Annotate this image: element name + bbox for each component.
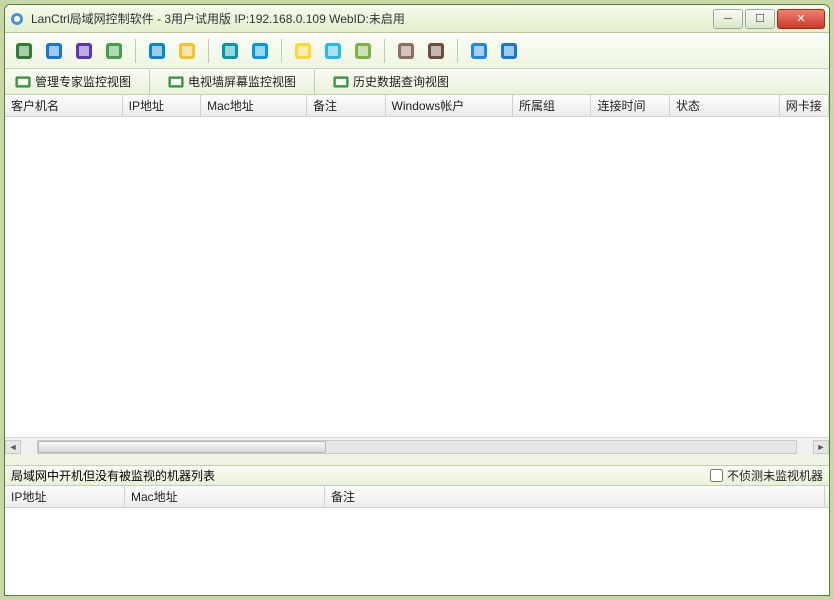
- column-header[interactable]: Windows帐户: [386, 95, 513, 116]
- titlebar: LanCtrl局域网控制软件 - 3用户试用版 IP:192.168.0.109…: [5, 5, 829, 33]
- column-header[interactable]: 备注: [307, 95, 386, 116]
- bottom-column-header[interactable]: IP地址: [5, 486, 125, 507]
- window-controls: ─ ☐ ✕: [713, 9, 825, 29]
- report2-icon: [426, 41, 446, 61]
- view-tabs: 管理专家监控视图 电视墙屏幕监控视图 历史数据查询视图: [5, 69, 829, 95]
- viewtab-separator: [149, 70, 150, 94]
- toolbar-globe-icon[interactable]: [41, 38, 67, 64]
- globe-icon: [44, 41, 64, 61]
- detect-checkbox[interactable]: [710, 469, 723, 482]
- toolbar-separator: [457, 39, 458, 63]
- toolbar-mail-icon[interactable]: [247, 38, 273, 64]
- toolbar-keyboard-icon[interactable]: [466, 38, 492, 64]
- history-view-icon: [333, 74, 349, 90]
- bottom-table-body: [5, 508, 829, 595]
- keyboard-icon: [469, 41, 489, 61]
- mail-icon: [250, 41, 270, 61]
- bottom-table-header: IP地址Mac地址备注: [5, 486, 829, 508]
- users-icon: [104, 41, 124, 61]
- bottom-panel: 局域网中开机但没有被监视的机器列表 不侦测未监视机器 IP地址Mac地址备注: [5, 465, 829, 595]
- main-table-header: 客户机名IP地址Mac地址备注Windows帐户所属组连接时间状态网卡接: [5, 95, 829, 117]
- toolbar-separator: [384, 39, 385, 63]
- window-title: LanCtrl局域网控制软件 - 3用户试用版 IP:192.168.0.109…: [31, 10, 713, 27]
- main-toolbar: [5, 33, 829, 69]
- toolbar-separator: [208, 39, 209, 63]
- close-button[interactable]: ✕: [777, 9, 825, 29]
- column-header[interactable]: IP地址: [123, 95, 202, 116]
- view-tab-2[interactable]: 历史数据查询视图: [329, 71, 453, 92]
- scroll-left-arrow[interactable]: ◄: [5, 440, 21, 454]
- scroll-thumb[interactable]: [38, 441, 326, 453]
- toolbar-users-icon[interactable]: [101, 38, 127, 64]
- bottom-column-header[interactable]: 备注: [325, 486, 825, 507]
- bottom-column-header[interactable]: Mac地址: [125, 486, 325, 507]
- detect-checkbox-group[interactable]: 不侦测未监视机器: [710, 467, 823, 484]
- scroll-right-arrow[interactable]: ►: [813, 440, 829, 454]
- monitor-icon: [14, 41, 34, 61]
- disc-icon: [353, 41, 373, 61]
- key-icon: [177, 41, 197, 61]
- toolbar-separator: [135, 39, 136, 63]
- toolbar-report1-icon[interactable]: [393, 38, 419, 64]
- view-tab-1[interactable]: 电视墙屏幕监控视图: [164, 71, 300, 92]
- toolbar-shield-icon[interactable]: [290, 38, 316, 64]
- column-header[interactable]: 网卡接: [780, 95, 829, 116]
- tvwall-view-icon: [168, 74, 184, 90]
- view-tab-label: 历史数据查询视图: [353, 73, 449, 90]
- app-icon: [9, 11, 25, 27]
- bottom-panel-title: 局域网中开机但没有被监视的机器列表: [11, 467, 215, 484]
- shield-icon: [293, 41, 313, 61]
- view-tab-label: 管理专家监控视图: [35, 73, 131, 90]
- expert-view-icon: [15, 74, 31, 90]
- help-icon: [499, 41, 519, 61]
- main-table-body: [5, 117, 829, 437]
- toolbar-key-icon[interactable]: [174, 38, 200, 64]
- refresh-icon: [147, 41, 167, 61]
- column-header[interactable]: 客户机名: [5, 95, 123, 116]
- windows-icon: [323, 41, 343, 61]
- scroll-track[interactable]: [37, 440, 797, 454]
- devices-icon: [74, 41, 94, 61]
- main-table: 客户机名IP地址Mac地址备注Windows帐户所属组连接时间状态网卡接 ◄ ►: [5, 95, 829, 455]
- toolbar-monitor-icon[interactable]: [11, 38, 37, 64]
- toolbar-screen-icon[interactable]: [217, 38, 243, 64]
- view-tab-label: 电视墙屏幕监控视图: [188, 73, 296, 90]
- horizontal-scrollbar[interactable]: ◄ ►: [5, 437, 829, 455]
- column-header[interactable]: 连接时间: [591, 95, 670, 116]
- minimize-button[interactable]: ─: [713, 9, 743, 29]
- toolbar-windows-icon[interactable]: [320, 38, 346, 64]
- panel-spacer: [5, 455, 829, 465]
- column-header[interactable]: Mac地址: [201, 95, 307, 116]
- toolbar-report2-icon[interactable]: [423, 38, 449, 64]
- toolbar-refresh-icon[interactable]: [144, 38, 170, 64]
- viewtab-separator: [314, 70, 315, 94]
- toolbar-disc-icon[interactable]: [350, 38, 376, 64]
- screen-icon: [220, 41, 240, 61]
- bottom-panel-header: 局域网中开机但没有被监视的机器列表 不侦测未监视机器: [5, 466, 829, 486]
- detect-checkbox-label: 不侦测未监视机器: [727, 467, 823, 484]
- column-header[interactable]: 所属组: [513, 95, 592, 116]
- app-window: LanCtrl局域网控制软件 - 3用户试用版 IP:192.168.0.109…: [4, 4, 830, 596]
- view-tab-0[interactable]: 管理专家监控视图: [11, 71, 135, 92]
- report1-icon: [396, 41, 416, 61]
- column-header[interactable]: 状态: [670, 95, 780, 116]
- bottom-table: IP地址Mac地址备注: [5, 486, 829, 595]
- toolbar-devices-icon[interactable]: [71, 38, 97, 64]
- toolbar-separator: [281, 39, 282, 63]
- maximize-button[interactable]: ☐: [745, 9, 775, 29]
- toolbar-help-icon[interactable]: [496, 38, 522, 64]
